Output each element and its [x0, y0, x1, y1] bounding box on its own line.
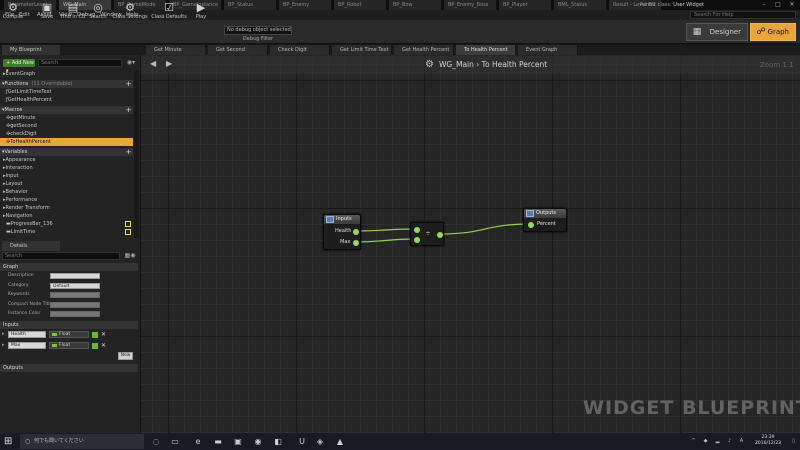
taskbar-clock[interactable]: 23:39 2016/12/23	[748, 435, 788, 447]
pin-label-max: Max	[340, 239, 351, 245]
explorer-icon[interactable]: ▬	[212, 436, 224, 447]
mic-icon[interactable]: ◌	[150, 436, 162, 447]
wire-health	[355, 228, 415, 232]
tunnel-icon	[326, 216, 334, 223]
windows-start-icon[interactable]: ⊞	[4, 436, 16, 447]
wire-result	[440, 223, 531, 235]
photos-icon[interactable]: ▲	[334, 436, 346, 447]
graph-wires	[355, 223, 531, 243]
clock-date: 2016/12/23	[755, 441, 781, 446]
pin-max[interactable]	[353, 240, 359, 246]
pin-divide-result[interactable]	[437, 232, 443, 238]
chrome-icon[interactable]: ◉	[252, 436, 264, 447]
pin-label-health: Health	[335, 228, 352, 234]
pin-health[interactable]	[353, 229, 359, 235]
outputs-node-title: Outputs	[524, 209, 566, 218]
outputs-node[interactable]: Outputs Percent	[523, 208, 567, 232]
edge-icon[interactable]: e	[192, 436, 204, 447]
app-icon[interactable]: ◧	[272, 436, 284, 447]
unreal-icon[interactable]: U	[296, 436, 308, 447]
pin-label-percent: Percent	[537, 221, 556, 227]
divide-symbol: ÷	[425, 230, 431, 237]
taskbar-search-input[interactable]: 何でも聞いてください	[20, 434, 144, 449]
task-view-icon[interactable]: ▭	[169, 436, 181, 447]
volume-icon[interactable]: ♪	[726, 437, 733, 446]
pin-percent[interactable]	[528, 222, 534, 228]
pin-divide-a[interactable]	[414, 227, 420, 233]
inputs-node-title: Inputs	[324, 215, 360, 224]
ime-icon[interactable]: A	[738, 437, 745, 446]
pin-divide-b[interactable]	[414, 237, 420, 243]
store-icon[interactable]: ▣	[232, 436, 244, 447]
tray-app-icon[interactable]: ◆	[702, 437, 709, 446]
notifications-icon[interactable]: ▯	[790, 437, 797, 446]
wire-max	[355, 238, 415, 243]
tunnel-icon	[526, 210, 534, 217]
network-icon[interactable]: ▂	[714, 437, 721, 446]
microphone-icon: ○	[25, 438, 31, 445]
widget-blueprint-watermark: WIDGET BLUEPRINT	[583, 397, 800, 419]
divide-node[interactable]: ÷	[410, 222, 444, 246]
inputs-node[interactable]: Inputs Health Max	[323, 214, 361, 250]
tray-chevron-icon[interactable]: ^	[690, 437, 697, 446]
app-icon-2[interactable]: ◈	[314, 436, 326, 447]
